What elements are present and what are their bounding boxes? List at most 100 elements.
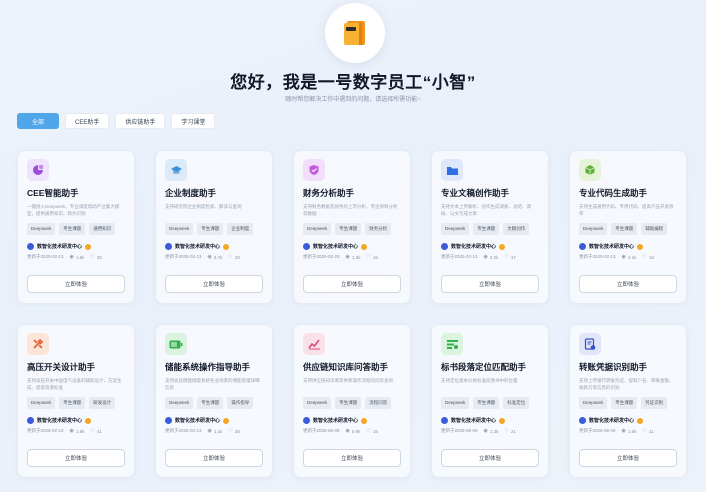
card-tag: 研发设计 xyxy=(89,397,116,409)
card-tag: 专生课题 xyxy=(197,223,224,235)
like-count: 11 xyxy=(648,428,654,434)
card-meta: 更新于2025-02-13 ◉ 1.1k ♡ 26 xyxy=(165,428,263,434)
tab-2[interactable]: 供应链助手 xyxy=(115,113,166,129)
card-description: 支持高压开关中国电气设备的辅助设计，方案生成、提取资源标准 xyxy=(27,378,122,390)
card-tags: Deepseek 专生课题 财务分析 xyxy=(303,223,401,235)
try-now-button[interactable]: 立即体验 xyxy=(579,275,677,293)
card-tag: Deepseek xyxy=(441,223,470,235)
eye-icon: ◉ xyxy=(69,428,74,434)
department-name: 数智化技术研发中心 xyxy=(313,418,359,424)
graduation-cap-icon xyxy=(165,159,187,181)
card-department: 数智化技术研发中心 xyxy=(27,417,125,424)
heart-icon: ♡ xyxy=(90,428,95,434)
card-description: 支持研究院企业制度检索、解读与查询 xyxy=(165,204,242,209)
update-date: 更新于2025-02-13 xyxy=(27,428,64,433)
book-icon xyxy=(344,21,365,45)
assistant-card[interactable]: 储能系统操作指导助手 支持高压储能储能系统各业场景的储能管理详细信息 Deeps… xyxy=(155,324,273,478)
like-count: 15 xyxy=(372,254,378,260)
try-now-button[interactable]: 立即体验 xyxy=(165,275,263,293)
try-now-button[interactable]: 立即体验 xyxy=(579,449,677,467)
card-department: 数智化技术研发中心 xyxy=(441,417,539,424)
eye-icon: ◉ xyxy=(345,254,350,260)
assistant-card[interactable]: 供应链知识库问答助手 支持供应链知识库及供库操作流程的问答查询 Deepseek… xyxy=(293,324,411,478)
department-name: 数智化技术研发中心 xyxy=(37,418,83,424)
card-tag: 辅助编程 xyxy=(641,223,668,235)
card-tag: 专生课题 xyxy=(59,397,86,409)
card-description: 支持财务数据及财务的上市分析、专注项目分析等数据 xyxy=(303,204,398,216)
assistant-card[interactable]: 标书段落定位匹配助手 支持定位基本价格标准段落书中的位置 Deepseek 专生课… xyxy=(431,324,549,478)
department-avatar-icon xyxy=(579,243,586,250)
department-name: 数智化技术研发中心 xyxy=(37,244,83,250)
tab-1[interactable]: CEE助手 xyxy=(65,113,110,129)
card-meta: 更新于2025-02-13 ◉ 2.1k ♡ 15 xyxy=(579,254,677,260)
update-date: 更新于2025-02-13 xyxy=(579,254,616,259)
assistant-card[interactable]: 高压开关设计助手 支持高压开关中国电气设备的辅助设计，方案生成、提取资源标准 D… xyxy=(17,324,135,478)
card-tag: 文稿创作 xyxy=(503,223,530,235)
card-tags: Deepseek 专生课题 企业制度 xyxy=(165,223,263,235)
card-title: 储能系统操作指导助手 xyxy=(165,362,251,372)
department-name: 数智化技术研发中心 xyxy=(451,418,497,424)
update-date: 更新于2025-06-09 xyxy=(303,428,340,433)
list-check-icon xyxy=(441,333,463,355)
try-now-button[interactable]: 立即体验 xyxy=(27,275,125,293)
verified-badge-icon xyxy=(637,243,644,250)
folder-icon xyxy=(441,159,463,181)
card-title: CEE智能助手 xyxy=(27,188,79,198)
robot-icon xyxy=(27,159,49,181)
verified-badge-icon xyxy=(223,243,230,250)
card-department: 数智化技术研发中心 xyxy=(165,243,263,250)
card-department: 数智化技术研发中心 xyxy=(27,243,125,250)
try-now-button[interactable]: 立即体验 xyxy=(303,449,401,467)
card-tags: Deepseek 专生课题 流程问答 xyxy=(303,397,401,409)
card-tag: 专生课题 xyxy=(59,223,86,235)
view-count: 1.6k xyxy=(627,428,637,434)
card-tag: Deepseek xyxy=(303,223,332,235)
department-avatar-icon xyxy=(441,417,448,424)
update-date: 更新于2025-02-13 xyxy=(441,254,478,259)
card-tag: 标准定位 xyxy=(503,397,530,409)
department-name: 数智化技术研发中心 xyxy=(313,244,359,250)
card-tag: 流程问答 xyxy=(365,397,392,409)
like-count: 20 xyxy=(234,254,240,260)
card-description: 支持定位基本价格标准段落书中的位置 xyxy=(441,378,518,383)
chart-line-icon xyxy=(303,333,325,355)
assistant-card[interactable]: 转账凭据识别助手 支持上传银行转账凭证、提取户名、转账金额、收款方等信息的识别 … xyxy=(569,324,687,478)
card-description: 支持文本上传解析、创作生成调板、总结、调研、公文写成文章 xyxy=(441,204,531,216)
card-tags: Deepseek 专生课题 通用知识 xyxy=(27,223,125,235)
card-department: 数智化技术研发中心 xyxy=(165,417,263,424)
assistant-card[interactable]: 专业代码生成助手 支持生成通用代码、专用代码、提高产品开发效率 Deepseek… xyxy=(569,150,687,304)
card-description: 一键接入Deepseek，专业调度帮助产业集大模型，提供通用知识、政务识别 xyxy=(27,204,120,216)
tab-3[interactable]: 学习课堂 xyxy=(171,113,216,129)
try-now-button[interactable]: 立即体验 xyxy=(165,449,263,467)
shield-icon xyxy=(303,159,325,181)
card-tag: Deepseek xyxy=(27,223,56,235)
try-now-button[interactable]: 立即体验 xyxy=(27,449,125,467)
card-tag: Deepseek xyxy=(441,397,470,409)
try-now-button[interactable]: 立即体验 xyxy=(441,449,539,467)
eye-icon: ◉ xyxy=(621,254,626,260)
assistant-card[interactable]: CEE智能助手 一键接入Deepseek，专业调度帮助产业集大模型，提供通用知识… xyxy=(17,150,135,304)
card-tag: Deepseek xyxy=(165,397,194,409)
view-count: 0.9k xyxy=(351,428,361,434)
card-description: 支持生成通用代码、专用代码、提高产品开发效率 xyxy=(579,204,674,216)
heart-icon: ♡ xyxy=(504,428,509,434)
heart-icon: ♡ xyxy=(642,428,647,434)
like-count: 15 xyxy=(372,428,378,434)
update-date: 更新于2025-02-13 xyxy=(165,428,202,433)
update-date: 更新于2025-02-25 xyxy=(303,254,340,259)
assistant-card[interactable]: 专业文稿创作助手 支持文本上传解析、创作生成调板、总结、调研、公文写成文章 De… xyxy=(431,150,549,304)
eye-icon: ◉ xyxy=(207,428,212,434)
try-now-button[interactable]: 立即体验 xyxy=(441,275,539,293)
card-title: 转账凭据识别助手 xyxy=(579,362,648,372)
assistant-card[interactable]: 财务分析助手 支持财务数据及财务的上市分析、专注项目分析等数据 Deepseek… xyxy=(293,150,411,304)
like-count: 17 xyxy=(510,254,516,260)
tab-0[interactable]: 全部 xyxy=(17,113,59,129)
card-meta: 更新于2025-02-13 ◉ 2.2k ♡ 17 xyxy=(441,254,539,260)
card-tag: Deepseek xyxy=(27,397,56,409)
view-count: 1.1k xyxy=(213,428,223,434)
try-now-button[interactable]: 立即体验 xyxy=(303,275,401,293)
assistant-card[interactable]: 企业制度助手 支持研究院企业制度检索、解读与查询 Deepseek 专生课题 企业制… xyxy=(155,150,273,304)
eye-icon: ◉ xyxy=(207,254,212,260)
card-tags: Deepseek 专生课题 研发设计 xyxy=(27,397,125,409)
page-subtitle: 随时帮您解决工作中遇到的问题，请选择所需功能~ xyxy=(285,97,421,103)
